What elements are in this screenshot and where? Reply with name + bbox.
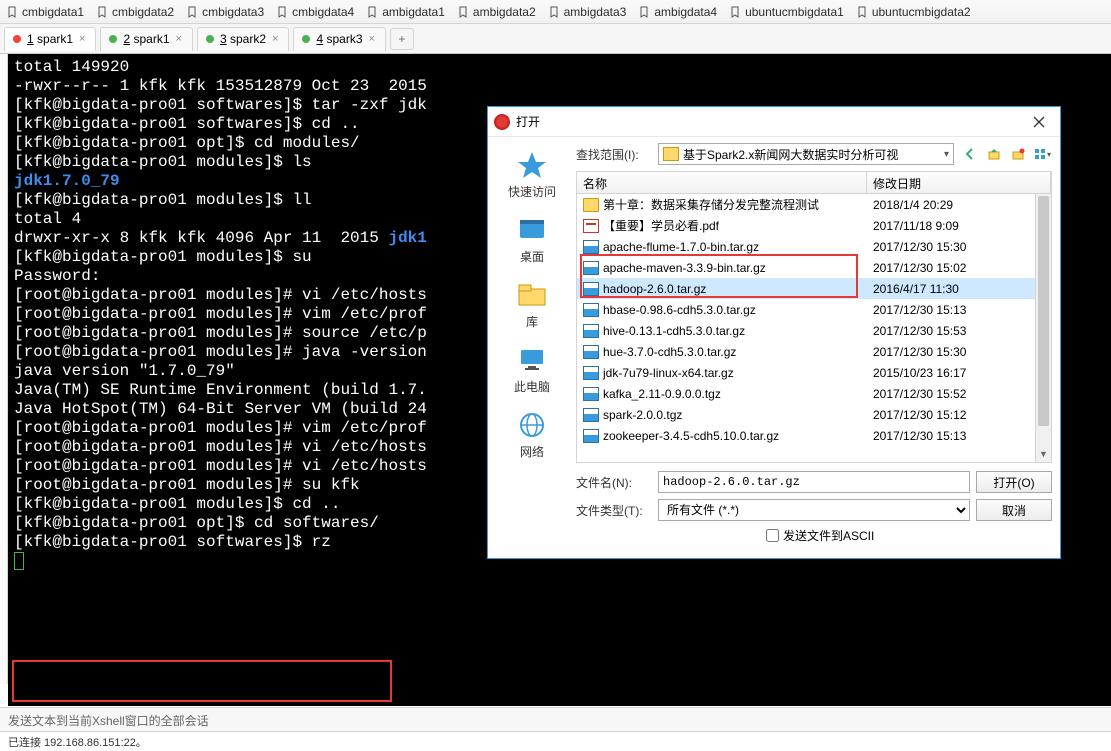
cancel-button[interactable]: 取消 [976,499,1052,521]
file-list-header[interactable]: 名称 修改日期 [577,172,1051,194]
col-date[interactable]: 修改日期 [867,172,1051,193]
place-network[interactable]: 网络 [488,409,576,460]
bookmark-ubuntucmbigdata2[interactable]: ubuntucmbigdata2 [856,5,971,19]
file-row[interactable]: hive-0.13.1-cdh5.3.0.tar.gz 2017/12/30 1… [577,320,1051,341]
back-icon[interactable] [960,144,980,164]
bookmark-ambigdata2[interactable]: ambigdata2 [457,5,536,19]
highlight-box-rz [12,660,392,702]
chevron-down-icon[interactable]: ▾ [944,149,949,160]
place-libraries[interactable]: 库 [488,279,576,330]
dialog-titlebar[interactable]: 打开 [488,107,1060,137]
filetype-select[interactable]: 所有文件 (*.*) [658,499,970,521]
zip-icon [583,429,599,443]
close-icon[interactable] [1024,110,1054,134]
bookmark-ambigdata3[interactable]: ambigdata3 [548,5,627,19]
ascii-label: 发送文件到ASCII [783,527,874,544]
file-open-dialog: 打开 快速访问 桌面 库 此电脑 网络 [487,106,1061,559]
zip-icon [583,366,599,380]
look-in-combo[interactable]: 基于Spark2.x新闻网大数据实时分析可视 ▾ [658,143,954,165]
bookmark-cmbigdata1[interactable]: cmbigdata1 [6,5,84,19]
file-row[interactable]: kafka_2.11-0.9.0.0.tgz 2017/12/30 15:52 [577,383,1051,404]
highlight-box-hadoop [580,254,858,298]
bookmark-cmbigdata3[interactable]: cmbigdata3 [186,5,264,19]
close-icon[interactable]: × [272,33,278,45]
bookmark-ubuntucmbigdata1[interactable]: ubuntucmbigdata1 [729,5,844,19]
file-row[interactable]: zookeeper-3.4.5-cdh5.10.0.tar.gz 2017/12… [577,425,1051,446]
status-dot-icon [13,35,21,43]
bookmark-ambigdata4[interactable]: ambigdata4 [638,5,717,19]
connection-bar: 已连接 192.168.86.151:22。 [0,731,1111,751]
file-row[interactable]: hbase-0.98.6-cdh5.3.0.tar.gz 2017/12/30 … [577,299,1051,320]
folder-icon [663,147,679,161]
status-dot-icon [206,35,214,43]
scrollbar-vertical[interactable]: ▲ ▼ [1035,194,1051,462]
status-text: 发送文本到当前Xshell窗口的全部会话 [8,714,209,728]
zip-icon [583,387,599,401]
pdf-icon [583,219,599,233]
tab-spark1-1[interactable]: 1 spark1 × [4,27,96,51]
bookmark-bar: cmbigdata1 cmbigdata2 cmbigdata3 cmbigdata4… [0,0,1111,24]
file-row[interactable]: 第十章：数据采集存储分发完整流程测试 2018/1/4 20:29 [577,194,1051,215]
close-icon[interactable]: × [369,33,375,45]
tab-spark3-4[interactable]: 4 spark3 × [293,27,385,51]
tab-spark2-3[interactable]: 3 spark2 × [197,27,289,51]
add-tab-button[interactable]: + [390,28,414,50]
place-this-pc[interactable]: 此电脑 [488,344,576,395]
place-desktop[interactable]: 桌面 [488,214,576,265]
zip-icon [583,303,599,317]
dialog-icon [494,114,510,130]
status-bar: 发送文本到当前Xshell窗口的全部会话 [0,707,1111,731]
look-in-label: 查找范围(I): [576,146,652,163]
zip-icon [583,408,599,422]
tab-spark1-2[interactable]: 2 spark1 × [100,27,192,51]
folder-icon [583,198,599,212]
status-dot-icon [109,35,117,43]
places-panel: 快速访问 桌面 库 此电脑 网络 [488,137,576,558]
status-dot-icon [302,35,310,43]
filetype-label: 文件类型(T): [576,502,652,519]
connection-text: 已连接 192.168.86.151:22。 [8,737,147,749]
close-icon[interactable]: × [176,33,182,45]
filename-label: 文件名(N): [576,474,652,491]
scrollbar-thumb[interactable] [1038,196,1049,426]
zip-icon [583,345,599,359]
session-tab-bar: 1 spark1 × 2 spark1 × 3 spark2 × 4 spark… [0,24,1111,54]
scroll-down-icon[interactable]: ▼ [1036,446,1051,462]
file-row[interactable]: hue-3.7.0-cdh5.3.0.tar.gz 2017/12/30 15:… [577,341,1051,362]
dialog-title-text: 打开 [516,113,540,130]
open-button[interactable]: 打开(O) [976,471,1052,493]
views-icon[interactable]: ▾ [1032,144,1052,164]
file-row[interactable]: jdk-7u79-linux-x64.tar.gz 2015/10/23 16:… [577,362,1051,383]
bookmark-ambigdata1[interactable]: ambigdata1 [366,5,445,19]
ascii-checkbox[interactable] [766,529,779,542]
filename-input[interactable] [658,471,970,493]
left-gutter [0,54,8,684]
col-name[interactable]: 名称 [577,172,867,193]
bookmark-cmbigdata4[interactable]: cmbigdata4 [276,5,354,19]
file-row[interactable]: spark-2.0.0.tgz 2017/12/30 15:12 [577,404,1051,425]
look-in-value: 基于Spark2.x新闻网大数据实时分析可视 [683,146,898,163]
zip-icon [583,324,599,338]
zip-icon [583,240,599,254]
new-folder-icon[interactable] [1008,144,1028,164]
close-icon[interactable]: × [79,33,85,45]
up-icon[interactable] [984,144,1004,164]
bookmark-cmbigdata2[interactable]: cmbigdata2 [96,5,174,19]
place-quick-access[interactable]: 快速访问 [488,149,576,200]
file-list: 名称 修改日期 第十章：数据采集存储分发完整流程测试 2018/1/4 20:2… [576,171,1052,463]
file-row[interactable]: 【重要】学员必看.pdf 2017/11/18 9:09 [577,215,1051,236]
